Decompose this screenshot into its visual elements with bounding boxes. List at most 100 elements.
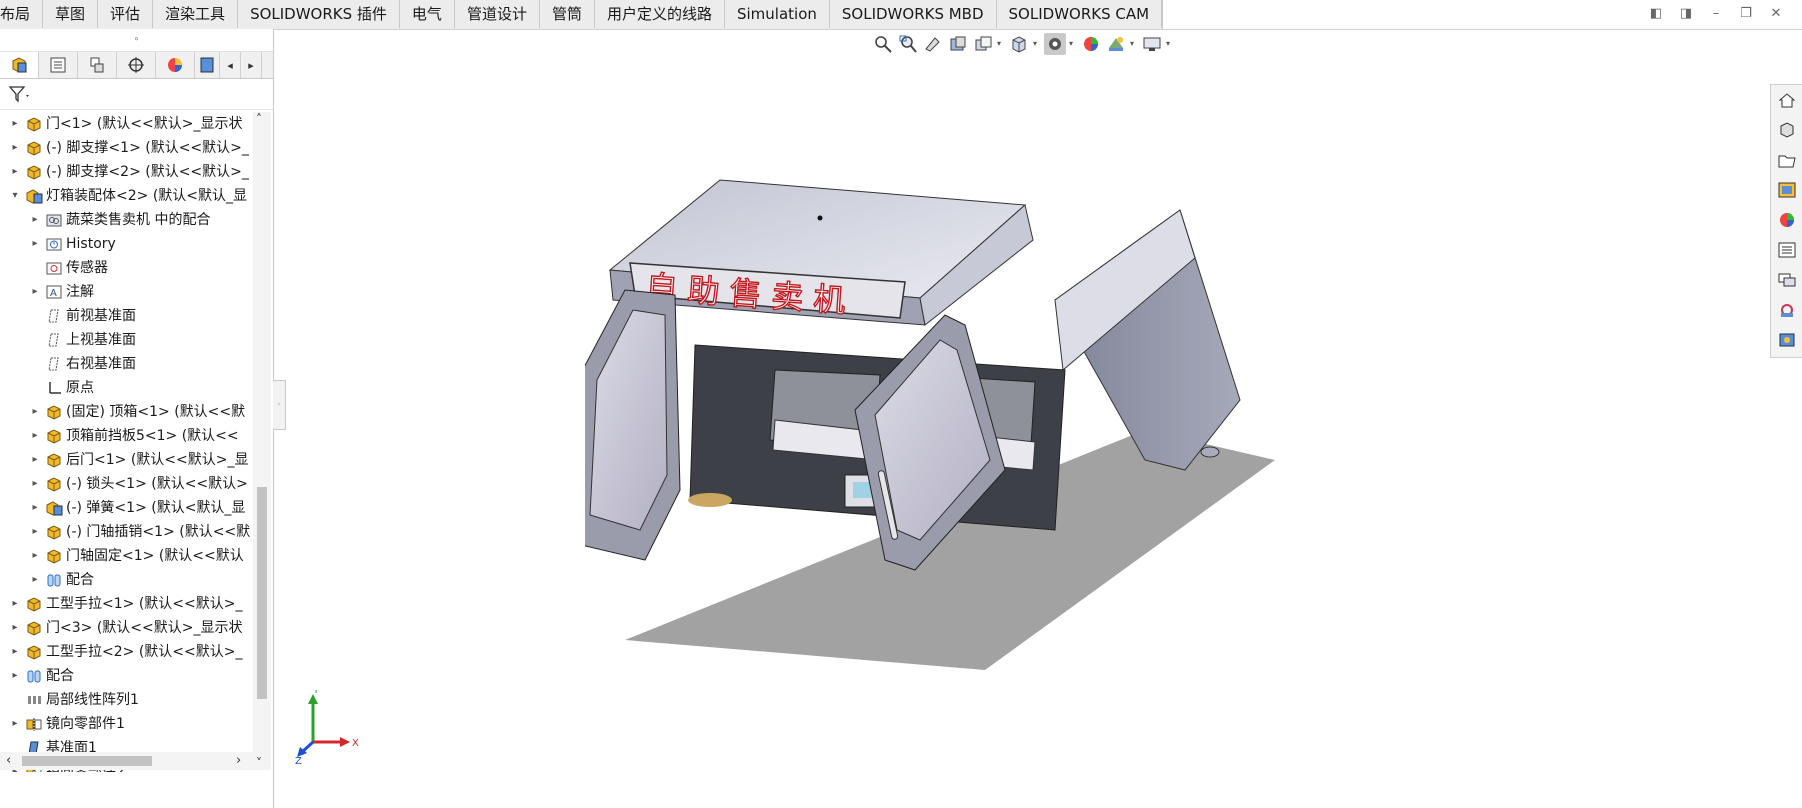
tree-expand-icon[interactable]: ▸ (30, 520, 40, 544)
tree-item[interactable]: ▸ 配合 (0, 664, 253, 688)
command-tab-5[interactable]: 电气 (399, 0, 455, 28)
configuration-manager-tab-icon[interactable] (78, 52, 117, 78)
minimize-icon[interactable]: – (1708, 6, 1724, 22)
tree-item[interactable]: ▸ 蔬菜类售卖机 中的配合 (0, 208, 253, 232)
tile-left-icon[interactable]: ◧ (1648, 6, 1664, 22)
tree-vertical-scrollbar[interactable]: ˄ ˅ (253, 112, 271, 770)
tree-item[interactable]: ▸ 顶箱前挡板5<1> (默认<< (0, 424, 253, 448)
tree-expand-icon[interactable]: ▸ (30, 232, 40, 256)
tree-expand-icon[interactable]: ▸ (30, 472, 40, 496)
dynamic-annotation-icon[interactable] (972, 33, 994, 55)
tree-expand-icon[interactable]: ▸ (10, 640, 20, 664)
command-tab-1[interactable]: 草图 (43, 0, 99, 28)
command-tab-10[interactable]: SOLIDWORKS MBD (829, 0, 997, 28)
scroll-up-icon[interactable]: ˄ (256, 112, 262, 126)
tree-item[interactable]: ▸ (-) 门轴插销<1> (默认<<默 (0, 520, 253, 544)
tree-expand-icon[interactable]: ▸ (10, 664, 20, 688)
tree-item[interactable]: 上视基准面 (0, 328, 253, 352)
tree-collapse-icon[interactable]: ▾ (10, 184, 20, 208)
display-manager-tab-icon[interactable] (156, 52, 195, 78)
dropdown-arrow-icon[interactable]: ▾ (997, 33, 1005, 55)
filter-icon[interactable] (8, 85, 32, 103)
command-tab-2[interactable]: 评估 (98, 0, 154, 28)
tree-item[interactable]: ▸ 门轴固定<1> (默认<<默认 (0, 544, 253, 568)
view-palette-icon[interactable] (1771, 175, 1802, 205)
tree-item[interactable]: ▸ 门<1> (默认<<默认>_显示状 (0, 112, 253, 136)
tree-item[interactable]: ▸ (-) 弹簧<1> (默认<默认_显 (0, 496, 253, 520)
tree-item[interactable]: ▸ 门<3> (默认<<默认>_显示状 (0, 616, 253, 640)
tree-expand-icon[interactable]: ▸ (30, 496, 40, 520)
apply-scene-icon[interactable] (1105, 33, 1127, 55)
tree-item[interactable]: ▸ (-) 锁头<1> (默认<<默认> (0, 472, 253, 496)
tree-item[interactable]: 前视基准面 (0, 304, 253, 328)
tree-item[interactable]: ▸ 配合 (0, 568, 253, 592)
scroll-thumb[interactable] (257, 487, 267, 699)
tree-item[interactable]: ▸ 工型手拉<2> (默认<<默认>_ (0, 640, 253, 664)
tree-expand-icon[interactable]: ▸ (30, 544, 40, 568)
tree-item[interactable]: 原点 (0, 376, 253, 400)
dropdown-arrow-icon[interactable]: ▾ (1130, 33, 1138, 55)
command-tab-3[interactable]: 渲染工具 (153, 0, 239, 28)
tree-expand-icon[interactable]: ▸ (30, 568, 40, 592)
forum-icon[interactable] (1771, 265, 1802, 295)
tree-item[interactable]: ▸ 镜向零部件1 (0, 712, 253, 736)
tree-item[interactable]: ▸ A 注解 (0, 280, 253, 304)
tree-item[interactable]: ▾ 灯箱装配体<2> (默认<默认_显 (0, 184, 253, 208)
tree-expand-icon[interactable]: ▸ (10, 136, 20, 160)
zoom-to-fit-icon[interactable] (872, 33, 894, 55)
command-tab-9[interactable]: Simulation (724, 0, 830, 28)
panel-grip-icon[interactable]: ⚬ (0, 29, 273, 52)
solidworks-resources-icon[interactable] (1771, 85, 1802, 115)
display-style-icon[interactable] (1044, 33, 1066, 55)
tabs-scroll-left-icon[interactable]: ◂ (220, 52, 241, 78)
tree-horizontal-scrollbar[interactable]: ‹ › (0, 752, 253, 770)
tree-item[interactable]: 局部线性阵列1 (0, 688, 253, 712)
dropdown-arrow-icon[interactable]: ▾ (1166, 33, 1174, 55)
tree-item[interactable]: ▸ (-) 脚支撑<2> (默认<<默认>_ (0, 160, 253, 184)
view-settings-icon[interactable] (1141, 33, 1163, 55)
tree-item[interactable]: 右视基准面 (0, 352, 253, 376)
dropdown-arrow-icon[interactable]: ▾ (1033, 33, 1041, 55)
tree-expand-icon[interactable]: ▸ (10, 112, 20, 136)
previous-view-icon[interactable] (922, 33, 944, 55)
command-tab-0[interactable]: 布局 (0, 0, 44, 28)
scroll-right-icon[interactable]: › (236, 752, 241, 770)
scroll-thumb[interactable] (22, 756, 152, 766)
tree-item[interactable]: ▸ History (0, 232, 253, 256)
tree-expand-icon[interactable]: ▸ (10, 712, 20, 736)
command-tab-8[interactable]: 用户定义的线路 (594, 0, 725, 28)
tree-expand-icon[interactable]: ▸ (10, 616, 20, 640)
zoom-to-area-icon[interactable] (897, 33, 919, 55)
command-tab-11[interactable]: SOLIDWORKS CAM (996, 0, 1163, 28)
tree-expand-icon[interactable]: ▸ (30, 208, 40, 232)
custom-properties-icon[interactable] (1771, 235, 1802, 265)
feature-manager-tab-icon[interactable] (0, 52, 39, 78)
design-library-icon[interactable] (1771, 115, 1802, 145)
tree-expand-icon[interactable]: ▸ (30, 424, 40, 448)
dimxpert-manager-tab-icon[interactable] (117, 52, 156, 78)
tree-item[interactable]: ▸ 工型手拉<1> (默认<<默认>_ (0, 592, 253, 616)
dropdown-arrow-icon[interactable]: ▾ (1069, 33, 1077, 55)
restore-icon[interactable]: ❐ (1738, 6, 1754, 22)
vending-cabinet-model[interactable]: 自助售卖机 (585, 170, 1285, 680)
scroll-down-icon[interactable]: ˅ (256, 756, 262, 770)
command-tab-6[interactable]: 管道设计 (454, 0, 540, 28)
command-tab-4[interactable]: SOLIDWORKS 插件 (238, 0, 400, 28)
tree-item[interactable]: ▸ 后门<1> (默认<<默认>_显 (0, 448, 253, 472)
tree-expand-icon[interactable]: ▸ (30, 400, 40, 424)
view-orientation-icon[interactable] (1008, 33, 1030, 55)
appearances-icon[interactable] (1771, 205, 1802, 235)
edit-appearance-icon[interactable] (1080, 33, 1102, 55)
section-view-icon[interactable] (947, 33, 969, 55)
close-icon[interactable]: ✕ (1768, 6, 1784, 22)
tree-item[interactable]: ▸ (固定) 顶箱<1> (默认<<默 (0, 400, 253, 424)
tree-expand-icon[interactable]: ▸ (10, 592, 20, 616)
tile-right-icon[interactable]: ◨ (1678, 6, 1694, 22)
cam-manager-tab-icon[interactable] (195, 52, 220, 78)
tree-expand-icon[interactable]: ▸ (10, 160, 20, 184)
file-explorer-icon[interactable] (1771, 145, 1802, 175)
scroll-left-icon[interactable]: ‹ (6, 752, 11, 770)
tree-item[interactable]: 传感器 (0, 256, 253, 280)
cam-resources-icon[interactable] (1771, 325, 1802, 355)
tree-filter[interactable] (0, 79, 273, 110)
